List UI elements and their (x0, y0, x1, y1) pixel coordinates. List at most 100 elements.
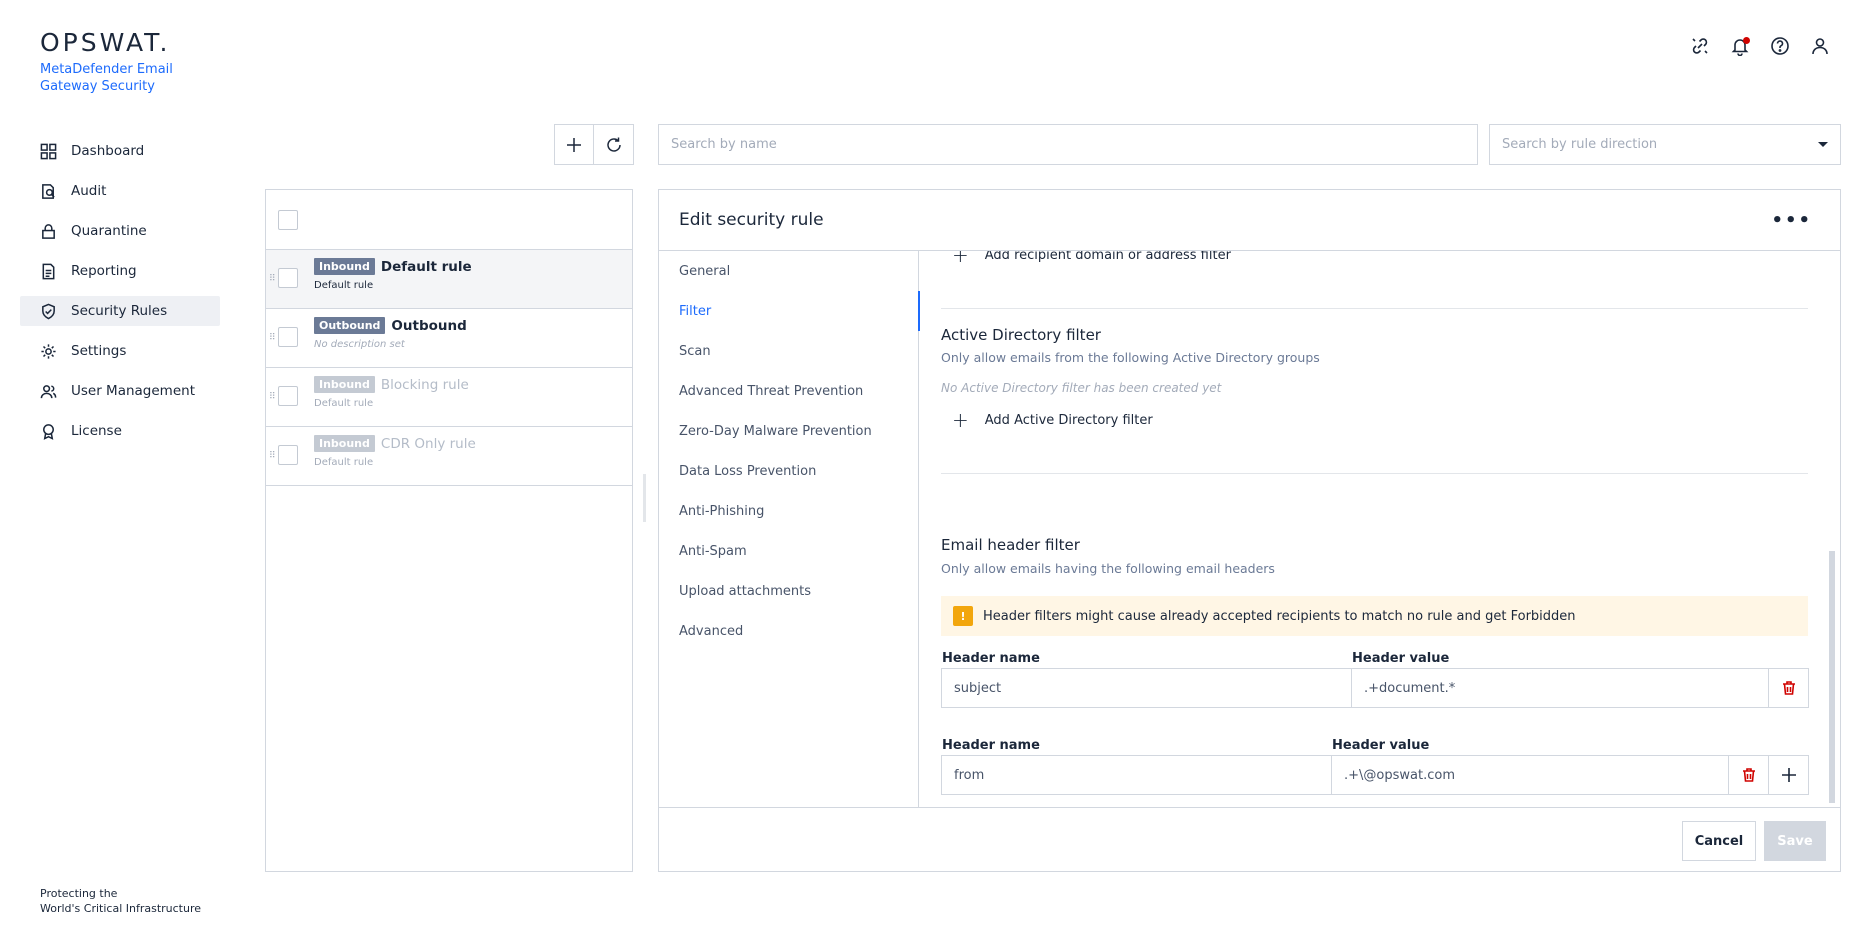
opswat-logo: OPSWAT. (40, 28, 171, 57)
delete-header-button[interactable] (1729, 755, 1769, 795)
badge-icon (43, 423, 54, 440)
plus-icon (1781, 768, 1796, 782)
sidebar-item-audit[interactable]: Audit (20, 176, 220, 206)
drag-handle-icon[interactable]: ⠿ (269, 274, 276, 284)
rule-row[interactable]: ⠿ Outbound Outbound No description set (266, 309, 632, 368)
direction-badge: Inbound (314, 258, 375, 275)
rule-checkbox[interactable] (278, 327, 298, 347)
rule-row[interactable]: ⠿ Inbound Default rule Default rule (266, 250, 632, 309)
refresh-button[interactable] (594, 124, 634, 165)
rule-description: Default rule (314, 398, 374, 409)
search-by-name-input[interactable] (658, 124, 1478, 165)
drag-handle-icon[interactable]: ⠿ (269, 392, 276, 402)
ad-filter-subtitle: Only allow emails from the following Act… (941, 350, 1320, 365)
header-filter-row (941, 668, 1809, 708)
sidebar-item-user-management[interactable]: User Management (20, 376, 220, 406)
edit-rule-header: Edit security rule ••• (659, 190, 1840, 251)
save-button[interactable]: Save (1764, 821, 1826, 861)
rule-row[interactable]: ⠿ Inbound Blocking rule Default rule (266, 368, 632, 427)
rule-row[interactable]: ⠿ Inbound CDR Only rule Default rule (266, 427, 632, 486)
tab-anti-spam[interactable]: Anti-Spam (659, 531, 918, 571)
tab-anti-phishing[interactable]: Anti-Phishing (659, 491, 918, 531)
drag-handle-icon[interactable]: ⠿ (269, 451, 276, 461)
chevron-down-icon (1818, 142, 1828, 147)
tab-zero-day-malware-prevention[interactable]: Zero-Day Malware Prevention (659, 411, 918, 451)
tab-advanced-threat-prevention[interactable]: Advanced Threat Prevention (659, 371, 918, 411)
header-filter-subtitle: Only allow emails having the following e… (941, 561, 1275, 576)
rule-name: Outbound (391, 317, 467, 334)
ad-filter-title: Active Directory filter (941, 326, 1101, 344)
sidebar-item-label: Settings (71, 343, 127, 359)
cancel-button[interactable]: Cancel (1682, 821, 1756, 861)
sidebar-item-quarantine[interactable]: Quarantine (20, 216, 220, 246)
header-filter-title: Email header filter (941, 536, 1080, 554)
header-name-input[interactable] (941, 668, 1352, 708)
add-ad-filter-button[interactable]: + Add Active Directory filter (952, 410, 1153, 430)
rule-name: Blocking rule (380, 376, 469, 393)
sidebar-item-label: User Management (71, 383, 195, 399)
header-value-input[interactable] (1352, 668, 1769, 708)
header-name-input[interactable] (941, 755, 1332, 795)
panel-resize-handle[interactable] (643, 474, 646, 522)
rule-description: Default rule (314, 457, 374, 468)
tab-data-loss-prevention[interactable]: Data Loss Prevention (659, 451, 918, 491)
more-options-icon[interactable]: ••• (1771, 210, 1812, 231)
header-name-label: Header name (942, 651, 1040, 666)
delete-header-button[interactable] (1769, 668, 1809, 708)
rule-description: No description set (314, 339, 405, 350)
gear-icon (41, 343, 56, 359)
rule-name: Default rule (380, 258, 472, 275)
tab-general[interactable]: General (659, 251, 918, 291)
tab-upload-attachments[interactable]: Upload attachments (659, 571, 918, 611)
direction-badge: Outbound (314, 317, 386, 334)
header-actions (1690, 36, 1832, 58)
sidebar-item-reporting[interactable]: Reporting (20, 256, 220, 286)
rule-direction-select[interactable]: Search by rule direction (1489, 124, 1841, 165)
sidebar-nav: Dashboard Audit Quarantine Reporting Sec… (20, 136, 220, 456)
warning-text: Header filters might cause already accep… (983, 608, 1576, 624)
tab-advanced[interactable]: Advanced (659, 611, 918, 651)
user-icon[interactable] (1810, 36, 1832, 58)
scrollbar-thumb[interactable] (1829, 551, 1835, 803)
sidebar-item-license[interactable]: License (20, 416, 220, 446)
footer-line1: Protecting the (40, 887, 118, 900)
rule-checkbox[interactable] (278, 445, 298, 465)
sidebar-item-label: Reporting (71, 263, 137, 279)
sidebar-item-label: Dashboard (71, 143, 145, 159)
select-all-checkbox[interactable] (278, 209, 298, 230)
plus-icon: + (952, 408, 969, 432)
rules-list: ⠿ Inbound Default rule Default rule ⠿ Ou… (265, 189, 633, 872)
tab-scan[interactable]: Scan (659, 331, 918, 371)
add-recipient-filter-button[interactable]: + Add recipient domain or address filter (952, 251, 1231, 265)
sidebar-item-dashboard[interactable]: Dashboard (20, 136, 220, 166)
link-icon[interactable] (1690, 36, 1712, 58)
rule-checkbox[interactable] (278, 268, 298, 288)
add-header-button[interactable] (1769, 755, 1809, 795)
help-icon[interactable] (1770, 36, 1792, 58)
product-name-line1: MetaDefender Email (40, 62, 173, 77)
header-filter-warning: ! Header filters might cause already acc… (941, 596, 1808, 636)
header-name-label: Header name (942, 738, 1040, 753)
sidebar-footer: Protecting the World's Critical Infrastr… (40, 886, 201, 916)
sidebar-item-security-rules[interactable]: Security Rules (20, 296, 220, 326)
header-value-label: Header value (1332, 738, 1430, 753)
rule-checkbox[interactable] (278, 386, 298, 406)
section-divider (941, 308, 1808, 309)
bell-icon[interactable] (1730, 36, 1752, 58)
filter-content: + Add recipient domain or address filter… (920, 251, 1826, 807)
direction-badge: Inbound (314, 435, 375, 452)
sidebar-item-settings[interactable]: Settings (20, 336, 220, 366)
drag-handle-icon[interactable]: ⠿ (269, 333, 276, 343)
product-name[interactable]: MetaDefender Email Gateway Security (40, 61, 190, 95)
header-value-input[interactable] (1332, 755, 1729, 795)
rule-direction-placeholder: Search by rule direction (1502, 137, 1658, 152)
plus-icon (567, 137, 581, 152)
sidebar-item-label: Audit (71, 183, 107, 199)
document-icon (42, 263, 55, 279)
tab-filter[interactable]: Filter (659, 291, 920, 331)
add-rule-button[interactable] (554, 124, 594, 165)
plus-icon: + (952, 251, 969, 267)
audit-icon (42, 183, 55, 199)
rule-name: CDR Only rule (380, 435, 476, 452)
content-scrollbar[interactable] (1826, 251, 1840, 807)
